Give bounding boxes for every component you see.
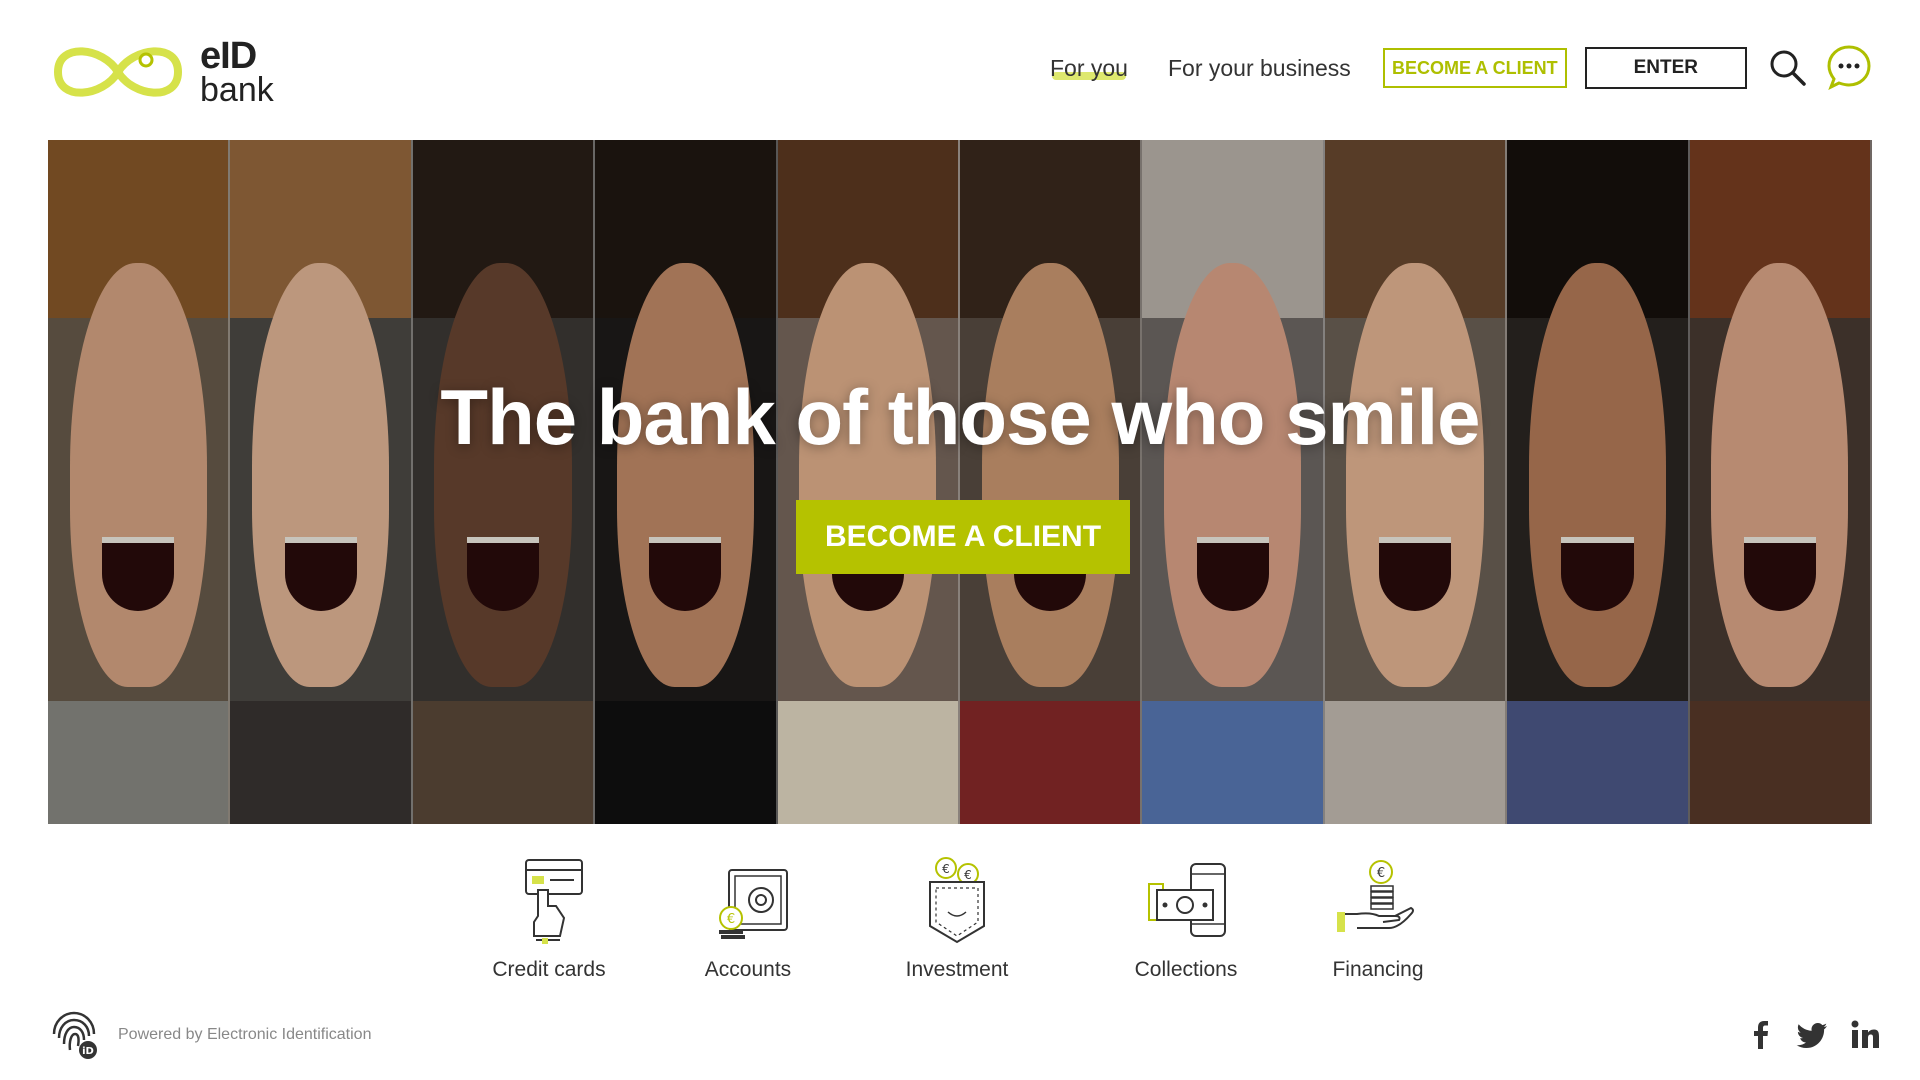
brand-logo[interactable]: eID bank xyxy=(48,32,274,112)
category-financing[interactable]: € Financing xyxy=(1288,856,1468,982)
hero-banner: The bank of those who smile BECOME A CLI… xyxy=(48,140,1872,824)
credit-card-icon xyxy=(525,859,583,944)
twitter-icon[interactable] xyxy=(1796,1018,1830,1052)
site-header: eID bank For you For your business BECOM… xyxy=(0,0,1920,140)
category-label: Collections xyxy=(1134,958,1238,981)
search-icon[interactable] xyxy=(1768,48,1808,88)
enter-button[interactable]: ENTER xyxy=(1584,47,1747,89)
hero-title: The bank of those who smile xyxy=(440,373,1480,461)
hero-overlay xyxy=(48,140,1872,824)
logo-line2: bank xyxy=(200,71,274,109)
svg-text:€: € xyxy=(942,862,950,876)
chat-icon[interactable] xyxy=(1826,44,1872,90)
powered-by-text: Powered by Electronic Identification xyxy=(118,1026,372,1043)
category-accounts[interactable]: € Accounts xyxy=(658,856,838,982)
category-label: Financing xyxy=(1332,958,1424,981)
pocket-coins-icon: € € xyxy=(929,857,985,944)
facebook-icon[interactable] xyxy=(1744,1018,1778,1052)
category-investment[interactable]: € € Investment xyxy=(867,856,1047,982)
category-credit-cards[interactable]: Credit cards xyxy=(459,856,639,982)
svg-text:€: € xyxy=(964,868,972,882)
category-collections[interactable]: Collections xyxy=(1096,856,1276,982)
logo-line1: eID xyxy=(200,35,257,77)
fingerprint-icon: iD xyxy=(52,1011,97,1059)
nav-for-you[interactable]: For you xyxy=(1050,55,1128,82)
linkedin-icon[interactable] xyxy=(1848,1018,1882,1052)
safe-icon: € xyxy=(719,869,788,939)
category-label: Investment xyxy=(905,958,1009,981)
infinity-logo-icon xyxy=(53,47,183,97)
svg-text:€: € xyxy=(727,912,735,927)
become-client-button[interactable]: BECOME A CLIENT xyxy=(1382,48,1567,88)
phone-payment-icon xyxy=(1148,863,1226,937)
main-nav: For you For your business BECOME A CLIEN… xyxy=(1050,46,1747,90)
svg-text:iD: iD xyxy=(82,1046,94,1057)
hero-become-client-button[interactable]: BECOME A CLIENT xyxy=(796,500,1130,574)
category-label: Accounts xyxy=(704,958,792,981)
hand-coins-icon: € xyxy=(1337,860,1414,932)
nav-for-business[interactable]: For your business xyxy=(1168,55,1351,82)
logo-wordmark: eID bank xyxy=(200,37,274,107)
svg-text:€: € xyxy=(1377,866,1385,881)
category-label: Credit cards xyxy=(492,958,606,981)
